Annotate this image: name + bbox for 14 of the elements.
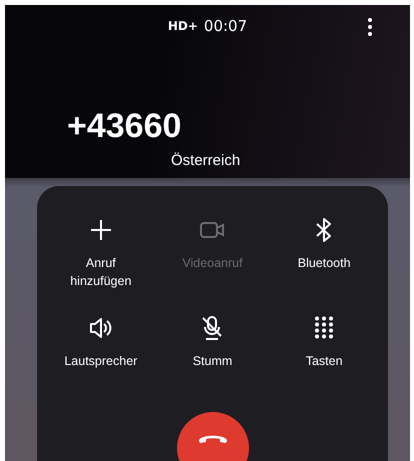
video-camera-icon xyxy=(199,220,226,240)
bluetooth-button[interactable]: Bluetooth xyxy=(268,216,380,300)
hd-voice-label: HD+ xyxy=(168,19,198,33)
add-button[interactable]: Anruf hinzufügen xyxy=(45,216,157,300)
caller-number: +43660 xyxy=(67,107,182,146)
call-duration: 00:07 xyxy=(204,17,248,35)
keypad-button[interactable]: Tasten xyxy=(268,314,380,398)
keypad-icon xyxy=(314,316,334,340)
speaker-icon xyxy=(88,316,114,340)
speaker-button[interactable]: Lautsprecher xyxy=(45,314,157,398)
mute-button[interactable]: Stumm xyxy=(156,314,268,398)
caller-location: Österreich xyxy=(171,152,242,169)
plus-icon xyxy=(88,218,113,242)
microphone-muted-icon xyxy=(200,315,224,341)
